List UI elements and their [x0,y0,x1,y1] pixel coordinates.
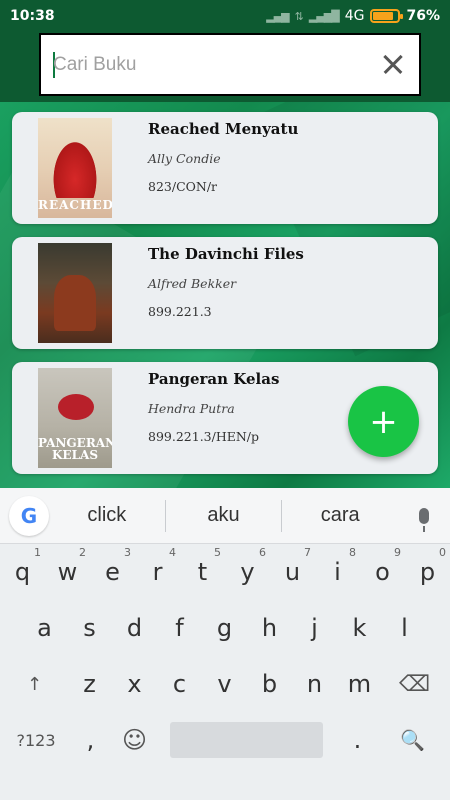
microphone-icon[interactable] [398,507,450,532]
search-input[interactable] [53,53,379,76]
key-n[interactable]: n [292,656,337,712]
suggestion-bar: G click aku cara [0,488,450,544]
google-icon[interactable]: G [9,495,49,536]
key-row-2: a s d f g h j k l [0,600,450,656]
spacebar[interactable] [170,722,323,758]
book-cover: REACHED [38,118,112,218]
book-author: Alfred Bekker [148,276,237,291]
add-book-button[interactable]: + [348,386,419,457]
cover-illustration [50,136,100,198]
key-row-4: ?123 , ☺ . 🔍 [0,712,450,768]
key-e[interactable]: 3e [90,544,135,600]
shift-icon[interactable]: ↑ [12,656,57,712]
key-c[interactable]: c [157,656,202,712]
key-a[interactable]: a [22,600,67,656]
key-f[interactable]: f [157,600,202,656]
book-card[interactable]: The Davinchi Files Alfred Bekker 899.221… [12,237,438,349]
emoji-icon[interactable]: ☺ [112,712,157,768]
cover-illustration [58,394,94,420]
signal-icon: ▂▄▆ [266,9,289,23]
search-box[interactable] [39,33,421,96]
key-i[interactable]: 8i [315,544,360,600]
key-w[interactable]: 2w [45,544,90,600]
data-arrows-icon: ⇅ [294,9,304,23]
key-u[interactable]: 7u [270,544,315,600]
book-card[interactable]: REACHED Reached Menyatu Ally Condie 823/… [12,112,438,224]
close-icon[interactable] [379,51,407,79]
book-title: Reached Menyatu [148,120,299,138]
book-code: 899.221.3 [148,304,212,319]
key-s[interactable]: s [67,600,112,656]
key-t[interactable]: 5t [180,544,225,600]
suggestion-word[interactable]: cara [282,504,398,527]
key-row-3: ↑ z x c v b n m ⌫ [0,656,450,712]
soft-keyboard: G click aku cara 1q 2w 3e 4r 5t 6y 7u 8i… [0,488,450,800]
book-info: Reached Menyatu Ally Condie 823/CON/r [148,118,428,194]
cover-title: PANGERAN KELAS [38,435,112,463]
status-time: 10:38 [10,8,55,24]
symbols-key[interactable]: ?123 [8,712,64,768]
key-b[interactable]: b [247,656,292,712]
key-k[interactable]: k [337,600,382,656]
key-h[interactable]: h [247,600,292,656]
cover-illustration [54,275,96,331]
network-type: 4G [344,8,365,24]
suggestion-word[interactable]: click [49,504,165,527]
key-o[interactable]: 9o [360,544,405,600]
battery-percent: 76% [406,8,440,24]
key-g[interactable]: g [202,600,247,656]
cover-title: REACHED [38,198,112,213]
battery-fill [373,12,394,20]
key-row-1: 1q 2w 3e 4r 5t 6y 7u 8i 9o 0p [0,544,450,600]
key-q[interactable]: 1q [0,544,45,600]
book-cover [38,243,112,343]
key-j[interactable]: j [292,600,337,656]
key-z[interactable]: z [67,656,112,712]
book-author: Ally Condie [148,151,221,166]
book-title: The Davinchi Files [148,245,304,263]
key-period[interactable]: . [335,712,380,768]
key-d[interactable]: d [112,600,157,656]
key-m[interactable]: m [337,656,382,712]
key-p[interactable]: 0p [405,544,450,600]
status-bar: 10:38 ▂▄▆ ⇅ ▂▄▆█ 4G 76% [0,0,450,32]
key-x[interactable]: x [112,656,157,712]
key-v[interactable]: v [202,656,247,712]
search-icon[interactable]: 🔍 [390,712,435,768]
key-y[interactable]: 6y [225,544,270,600]
suggestion-word[interactable]: aku [166,504,282,527]
status-right: ▂▄▆ ⇅ ▂▄▆█ 4G 76% [266,8,440,24]
book-cover: PANGERAN KELAS [38,368,112,468]
plus-icon: + [369,401,398,442]
book-info: The Davinchi Files Alfred Bekker 899.221… [148,243,428,319]
backspace-icon[interactable]: ⌫ [392,656,437,712]
key-r[interactable]: 4r [135,544,180,600]
book-code: 823/CON/r [148,179,218,194]
key-l[interactable]: l [382,600,427,656]
signal-strength-icon: ▂▄▆█ [308,9,340,23]
battery-icon [370,9,404,23]
key-comma[interactable]: , [68,712,113,768]
